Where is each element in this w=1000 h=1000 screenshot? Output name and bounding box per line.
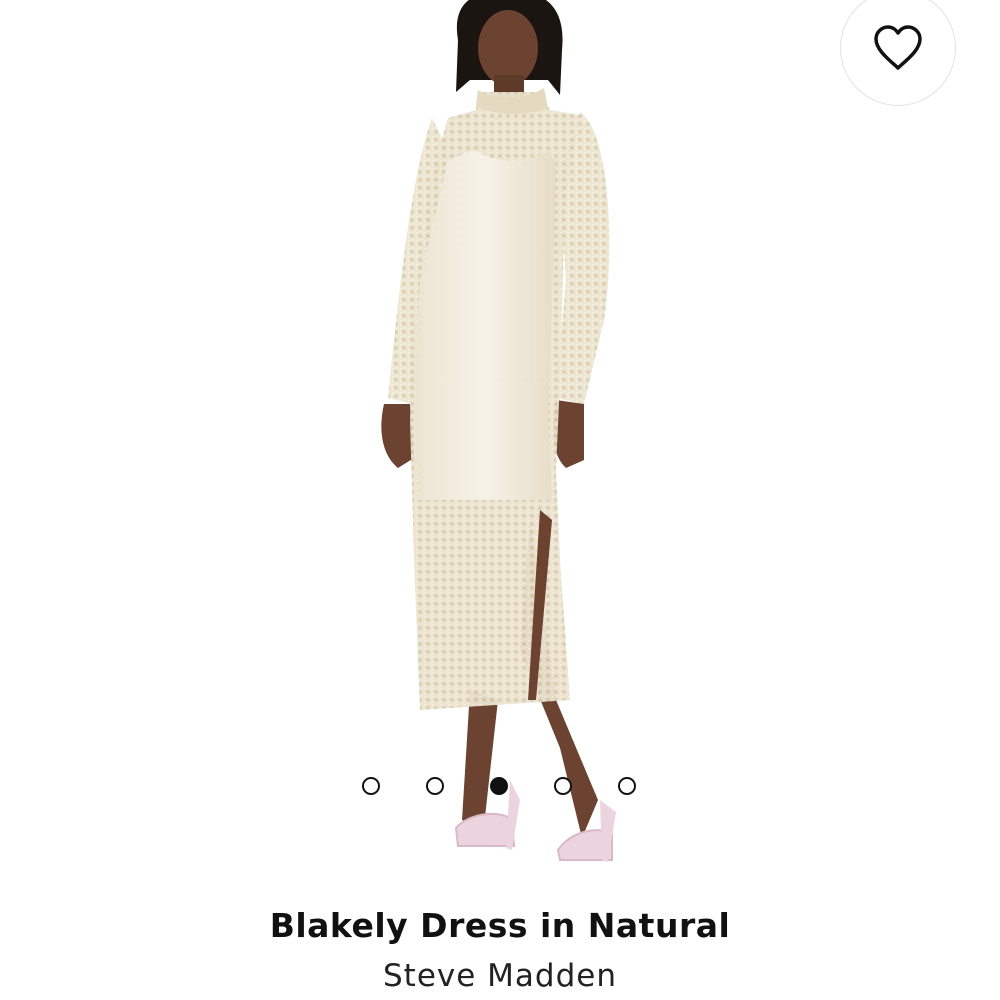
product-title: Blakely Dress in Natural xyxy=(269,906,731,945)
carousel-dot-1[interactable] xyxy=(362,777,380,795)
heart-outline-icon xyxy=(874,25,922,70)
carousel-dot-5[interactable] xyxy=(618,777,636,795)
carousel-dot-3[interactable] xyxy=(490,777,508,795)
product-brand[interactable]: Steve Madden xyxy=(0,958,1000,994)
carousel-dot-2[interactable] xyxy=(426,777,444,795)
product-photo-model-icon xyxy=(381,0,616,862)
carousel-dot-4[interactable] xyxy=(554,777,572,795)
product-image[interactable] xyxy=(0,0,1000,890)
carousel-pagination xyxy=(360,776,640,800)
